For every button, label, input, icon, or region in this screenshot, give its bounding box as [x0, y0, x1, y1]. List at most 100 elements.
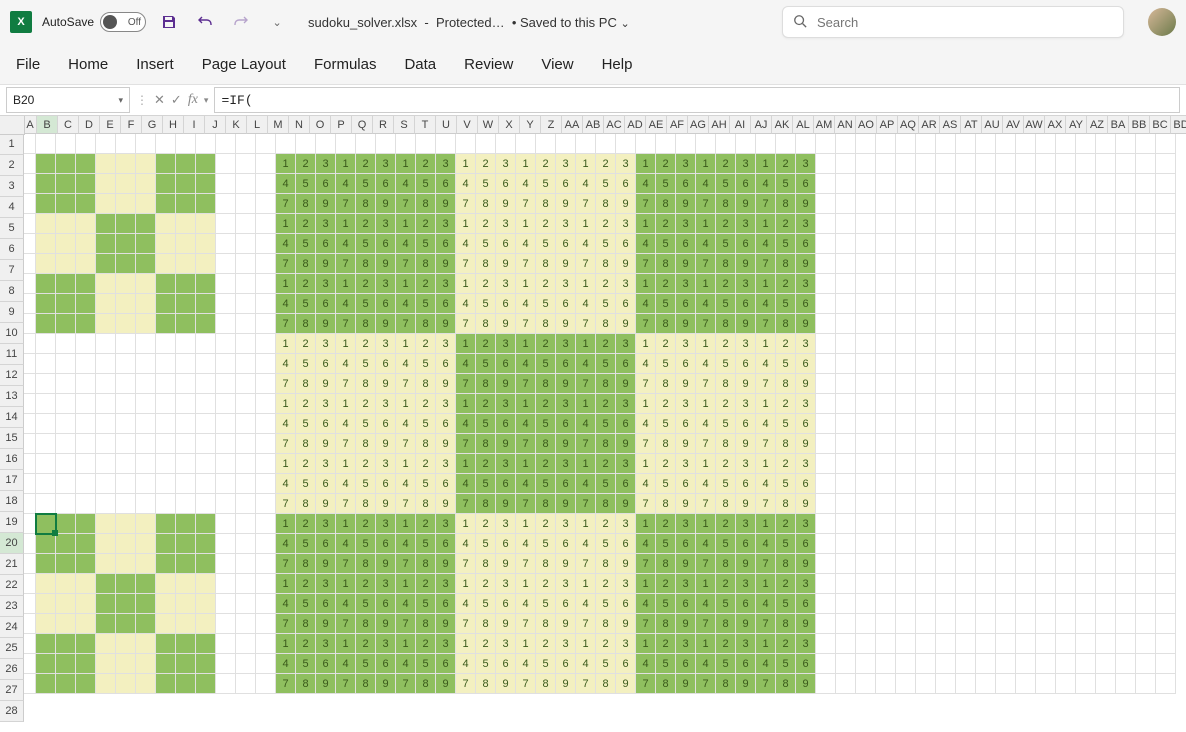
cell[interactable] [956, 674, 976, 694]
cell[interactable]: 3 [736, 634, 756, 654]
cell[interactable]: 2 [296, 454, 316, 474]
cell[interactable] [96, 674, 116, 694]
row-header[interactable]: 20 [0, 533, 24, 554]
cell[interactable]: 2 [536, 274, 556, 294]
cell[interactable]: 9 [496, 674, 516, 694]
cell[interactable] [836, 314, 856, 334]
cell[interactable]: 7 [576, 554, 596, 574]
cell[interactable]: 7 [696, 614, 716, 634]
cell[interactable]: 1 [696, 334, 716, 354]
cell[interactable] [236, 554, 256, 574]
cell[interactable]: 9 [736, 554, 756, 574]
cell[interactable] [156, 594, 176, 614]
cell[interactable] [136, 234, 156, 254]
row-header[interactable]: 22 [0, 575, 24, 596]
cell[interactable]: 8 [296, 494, 316, 514]
cell[interactable] [136, 634, 156, 654]
cell[interactable]: 6 [376, 474, 396, 494]
cell[interactable] [36, 434, 56, 454]
cell[interactable]: 8 [656, 554, 676, 574]
cell[interactable] [1096, 414, 1116, 434]
cell[interactable] [256, 214, 276, 234]
cell[interactable]: 6 [736, 354, 756, 374]
cell[interactable]: 1 [396, 334, 416, 354]
cell[interactable] [56, 194, 76, 214]
cell[interactable] [1076, 414, 1096, 434]
col-header[interactable]: BC [1150, 116, 1171, 134]
cell[interactable] [176, 214, 196, 234]
cell[interactable]: 2 [656, 154, 676, 174]
cell[interactable] [856, 334, 876, 354]
cell[interactable]: 8 [536, 314, 556, 334]
cell[interactable] [1156, 134, 1176, 154]
cell[interactable] [36, 554, 56, 574]
cell[interactable] [1096, 474, 1116, 494]
cell[interactable] [1076, 374, 1096, 394]
cell[interactable] [1056, 434, 1076, 454]
cell[interactable]: 5 [476, 354, 496, 374]
cell[interactable]: 4 [576, 594, 596, 614]
cell[interactable] [956, 554, 976, 574]
cell[interactable] [1116, 574, 1136, 594]
cell[interactable]: 9 [316, 494, 336, 514]
cell[interactable]: 1 [456, 514, 476, 534]
cell[interactable] [176, 594, 196, 614]
cell[interactable]: 5 [656, 594, 676, 614]
cell[interactable] [916, 434, 936, 454]
cell[interactable] [156, 234, 176, 254]
cell[interactable] [936, 474, 956, 494]
cell[interactable]: 4 [696, 534, 716, 554]
cell[interactable] [976, 534, 996, 554]
cell[interactable]: 8 [536, 254, 556, 274]
cell[interactable] [24, 274, 36, 294]
cell[interactable] [96, 434, 116, 454]
cell[interactable] [56, 374, 76, 394]
cell[interactable]: 2 [716, 154, 736, 174]
cell[interactable]: 1 [396, 574, 416, 594]
cell[interactable]: 8 [776, 674, 796, 694]
cell[interactable]: 6 [736, 414, 756, 434]
cell[interactable] [1156, 374, 1176, 394]
cell[interactable]: 1 [276, 514, 296, 534]
cell[interactable]: 5 [356, 594, 376, 614]
cell[interactable] [816, 294, 836, 314]
cell[interactable]: 6 [676, 654, 696, 674]
cell[interactable] [256, 314, 276, 334]
cell[interactable] [136, 614, 156, 634]
cell[interactable] [1096, 174, 1116, 194]
cell[interactable]: 3 [376, 454, 396, 474]
cell[interactable]: 1 [516, 394, 536, 414]
cell[interactable]: 4 [696, 654, 716, 674]
cell[interactable]: 4 [456, 294, 476, 314]
cell[interactable]: 9 [436, 494, 456, 514]
cell[interactable] [416, 134, 436, 154]
cell[interactable]: 8 [416, 374, 436, 394]
cell[interactable]: 2 [536, 394, 556, 414]
cell[interactable] [156, 634, 176, 654]
cell[interactable] [976, 214, 996, 234]
cell[interactable] [976, 554, 996, 574]
cell[interactable] [56, 294, 76, 314]
cell[interactable]: 9 [676, 434, 696, 454]
cell[interactable] [1096, 454, 1116, 474]
cell[interactable] [156, 334, 176, 354]
cell[interactable] [196, 234, 216, 254]
cell[interactable] [936, 514, 956, 534]
cell[interactable] [1096, 254, 1116, 274]
cell[interactable]: 9 [316, 374, 336, 394]
cell[interactable]: 2 [476, 154, 496, 174]
cell[interactable]: 8 [716, 614, 736, 634]
cell[interactable]: 6 [496, 174, 516, 194]
cell[interactable] [196, 274, 216, 294]
cell[interactable] [116, 574, 136, 594]
cell[interactable] [56, 594, 76, 614]
cell[interactable] [24, 134, 36, 154]
cell[interactable] [836, 234, 856, 254]
cell[interactable]: 6 [436, 474, 456, 494]
cell[interactable]: 1 [576, 154, 596, 174]
cell[interactable] [1076, 514, 1096, 534]
cell[interactable] [96, 654, 116, 674]
cell[interactable]: 6 [316, 354, 336, 374]
cell[interactable] [836, 474, 856, 494]
cell[interactable]: 8 [656, 254, 676, 274]
